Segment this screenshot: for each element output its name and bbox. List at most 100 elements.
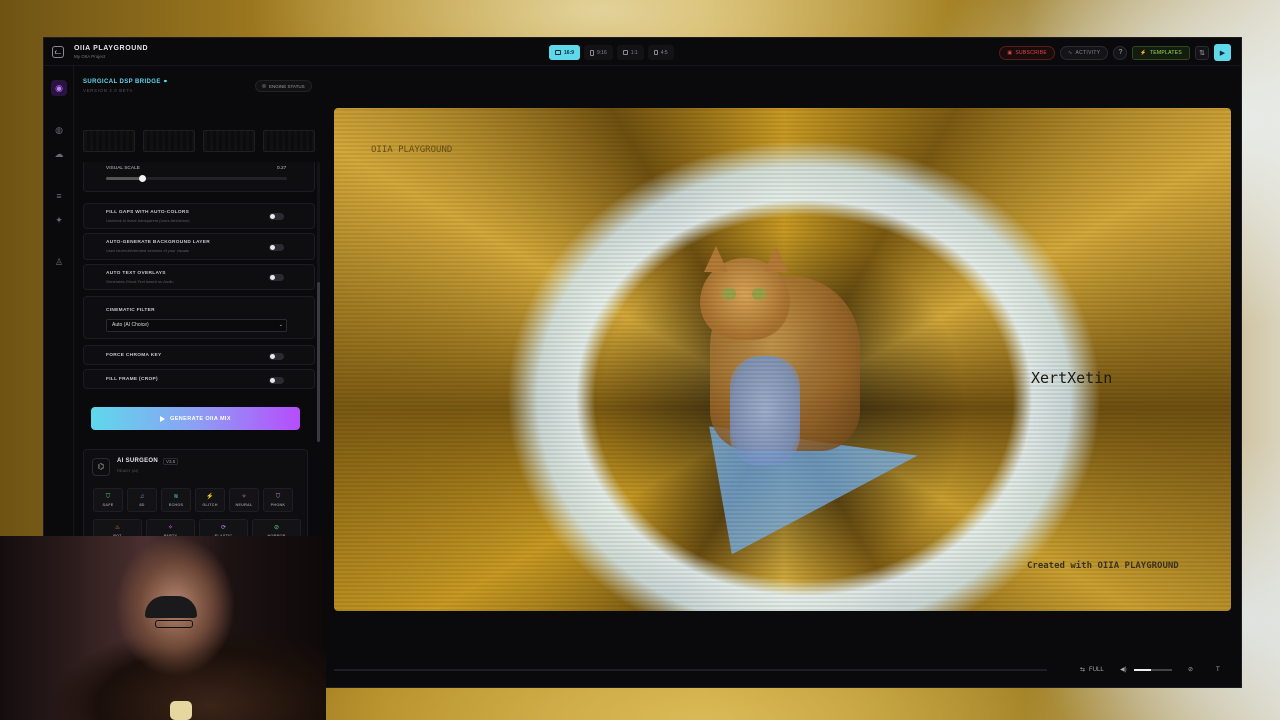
link-icon: ⚭ — [162, 79, 169, 85]
text-tool-icon[interactable]: T — [1216, 662, 1220, 677]
webcam-overlay — [0, 536, 326, 720]
video-camera-icon: ▶ — [1219, 49, 1226, 57]
background-layer-toggle[interactable] — [269, 244, 284, 251]
app-title: OIIA PLAYGROUND — [74, 45, 149, 52]
chroma-key-toggle[interactable] — [269, 353, 284, 360]
sliders-icon: ⇅ — [1199, 49, 1205, 57]
camera-button[interactable]: ▶ — [1214, 44, 1231, 61]
volume-fill — [1134, 669, 1152, 671]
youtube-icon: ▣ — [1007, 49, 1013, 56]
waves-icon: ≋ — [173, 493, 179, 500]
eye-off-icon: ⊘ — [273, 524, 280, 531]
generate-mix-button[interactable]: GENERATE OIIA MIX — [91, 407, 300, 430]
broadcast-icon[interactable]: ◉ — [51, 80, 67, 96]
visual-scale-slider[interactable] — [106, 175, 287, 182]
user-icon[interactable]: ♙ — [51, 254, 67, 270]
monitor-icon — [555, 50, 561, 55]
preview-overlay-text: XertXetin — [1031, 369, 1113, 387]
option-auto-colors: FILL GAPS WITH AUTO-COLORS Uncheck to le… — [83, 203, 315, 229]
ratio-16-9-button[interactable]: 16:9 — [549, 45, 581, 60]
volume-slider[interactable] — [1134, 669, 1172, 671]
effect-label: NEURAL — [235, 502, 253, 507]
visual-scale-value: 0.27 — [277, 166, 287, 171]
ratio-4-5-button[interactable]: 4:5 — [647, 45, 674, 60]
ratio-1-1-button[interactable]: 1:1 — [616, 45, 644, 60]
square-icon — [622, 50, 628, 55]
cloud-icon[interactable]: ☁ — [51, 146, 67, 162]
activity-button[interactable]: ∿ ACTIVITY — [1060, 45, 1109, 60]
sparkle-icon: ✧ — [241, 493, 247, 500]
ratio-9-16-button[interactable]: 9:16 — [584, 45, 613, 60]
shield-icon: ⛉ — [105, 493, 111, 500]
globe-icon[interactable]: ◍ — [51, 122, 67, 138]
project-name[interactable]: My OIIA Project — [74, 54, 105, 59]
templates-button[interactable]: ⚡ TEMPLATES — [1132, 45, 1190, 60]
option-background-layer: AUTO-GENERATE BACKGROUND LAYER Uses blur… — [83, 233, 315, 260]
sliders-icon: ⇆ — [1080, 667, 1086, 673]
top-bar: ᓚ OIIA PLAYGROUND My OIIA Project 16:9 9… — [44, 38, 1241, 66]
slider-knob[interactable] — [139, 175, 147, 182]
meters — [83, 130, 315, 152]
option-chroma-key: FORCE CHROMA KEY — [83, 345, 315, 365]
zap-icon: ⚡ — [1140, 49, 1147, 56]
zap-icon: ⚡ — [206, 493, 214, 500]
option-label: FILL GAPS WITH AUTO-COLORS — [106, 210, 190, 215]
flame-icon: ♨ — [114, 524, 121, 531]
phone-icon — [590, 49, 595, 56]
option-label: FILL FRAME (CROP) — [106, 377, 158, 382]
option-label: AUTO-GENERATE BACKGROUND LAYER — [106, 240, 211, 245]
surgeon-title: AI SURGEON — [117, 458, 159, 464]
activity-icon: ∿ — [1068, 49, 1073, 56]
headphones-icon: ♫ — [139, 493, 145, 500]
cinematic-filter-label: CINEMATIC FILTER — [106, 308, 155, 313]
effect-glitch-button[interactable]: ⚡ GLITCH — [195, 488, 225, 512]
header-actions: ▣ SUBSCRIBE ∿ ACTIVITY ? ⚡ TEMPLATES ⇅ ▶ — [999, 44, 1231, 61]
effect-8d-button[interactable]: ♫ 8D — [127, 488, 157, 512]
refresh-icon: ⟳ — [220, 524, 227, 531]
effect-echos-button[interactable]: ≋ ECHOS — [161, 488, 191, 512]
settings-sliders-button[interactable]: ⇅ — [1195, 45, 1209, 60]
option-text-overlays: AUTO TEXT OVERLAYS Generates Ghost Text … — [83, 264, 315, 290]
timeline-scrubber[interactable] — [334, 669, 1047, 671]
cinematic-filter-select[interactable]: Auto (AI Choice) ⌄ — [106, 319, 287, 332]
fill-frame-toggle[interactable] — [269, 377, 284, 384]
effect-label: GLITCH — [202, 502, 218, 507]
cat-logo-icon[interactable]: ᓚ — [52, 46, 64, 58]
portrait-icon — [653, 50, 658, 55]
effect-label: 8D — [139, 502, 145, 507]
option-desc: Generates Ghost Text based on Audio — [106, 279, 174, 284]
effect-safe-button[interactable]: ⛉ SAFE — [93, 488, 123, 512]
full-button[interactable]: ⇆ FULL — [1080, 662, 1104, 677]
video-preview[interactable]: OIIA PLAYGROUND XertXetin Created with O… — [334, 108, 1231, 611]
option-fill-frame: FILL FRAME (CROP) — [83, 369, 315, 389]
subscribe-button[interactable]: ▣ SUBSCRIBE — [999, 45, 1055, 60]
hide-overlay-icon[interactable]: ⊘ — [1188, 662, 1193, 677]
visual-scale-card: VISUAL SCALE 0.27 — [83, 162, 315, 192]
option-desc: Uses blurred/extended versions of your v… — [106, 248, 189, 253]
meter — [143, 130, 195, 152]
sparkles-icon[interactable]: ✦ — [51, 212, 67, 228]
help-button[interactable]: ? — [1113, 45, 1128, 60]
play-icon — [160, 415, 166, 422]
surgeon-version: V3.5 — [163, 458, 179, 465]
playback-controls: ⇆ FULL ◀) ⊘ T — [334, 658, 1231, 682]
effects-row-1: ⛉ SAFE ♫ 8D ≋ ECHOS ⚡ GLITCH ✧ NEURAL ⛉ PHONK — [93, 488, 293, 512]
auto-colors-toggle[interactable] — [269, 213, 284, 220]
scrollbar-thumb[interactable] — [317, 282, 320, 442]
layers-icon[interactable]: ≡ — [51, 188, 67, 204]
settings-scroll-area[interactable]: VISUAL SCALE 0.27 FILL GAPS WITH AUTO-CO… — [83, 162, 315, 430]
slider-fill — [106, 177, 143, 180]
effect-label: ECHOS — [168, 502, 184, 507]
option-label: AUTO TEXT OVERLAYS — [106, 271, 166, 276]
effect-neural-button[interactable]: ✧ NEURAL — [229, 488, 259, 512]
meter — [203, 130, 255, 152]
panel-version: VERSION 4.0 BETA — [83, 88, 134, 93]
effect-phonk-button[interactable]: ⛉ PHONK — [263, 488, 293, 512]
volume-icon[interactable]: ◀) — [1120, 662, 1127, 677]
panel-scrollbar[interactable] — [317, 162, 320, 442]
text-overlays-toggle[interactable] — [269, 274, 284, 281]
engine-status-button[interactable]: ENGINE STATUS — [255, 80, 312, 92]
sparkle-icon: ✧ — [167, 524, 174, 531]
fingerprint-icon: ⌬ — [92, 458, 110, 476]
panel-title: SURGICAL DSP BRIDGE ⚭ — [83, 79, 169, 85]
